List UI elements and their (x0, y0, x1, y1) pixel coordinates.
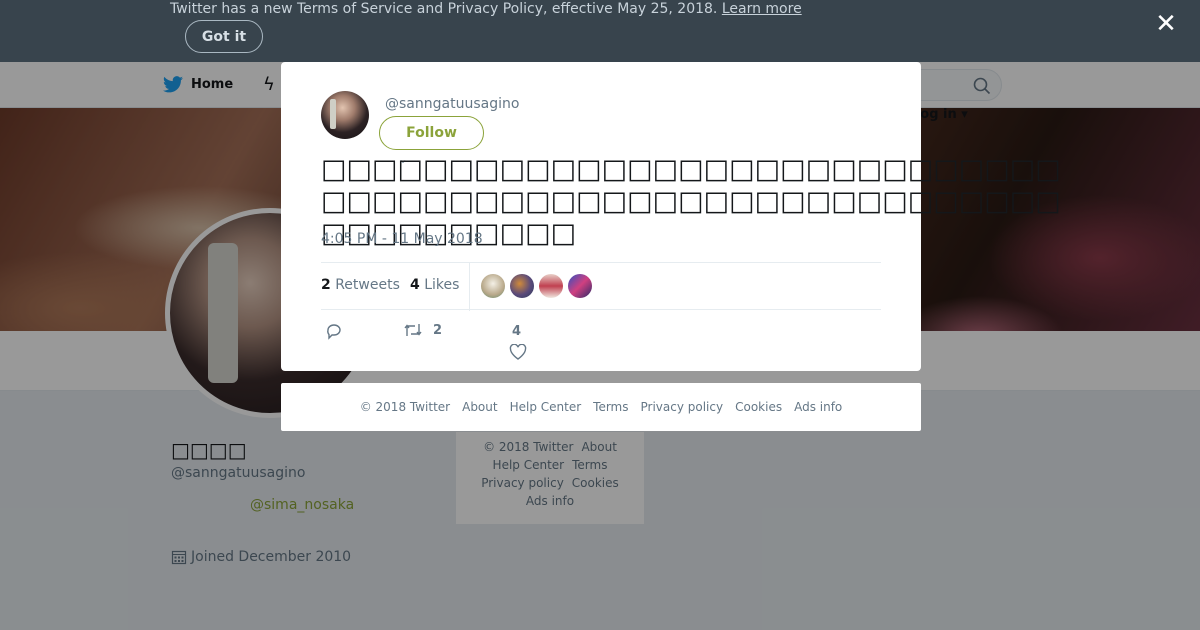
retweets-count: 2 (321, 277, 331, 293)
notice-text: Twitter has a new Terms of Service and P… (170, 1, 802, 17)
retweet-action-count: 2 (433, 322, 443, 338)
tweet-author-avatar[interactable] (321, 91, 369, 139)
retweets-label: Retweets (335, 277, 400, 293)
retweet-icon (404, 324, 422, 336)
tweet-modal: @sanngatuusagino Follow ⌄ □□□□□□□□□□□□□□… (281, 62, 1061, 371)
likes-stat[interactable]: 4 Likes (410, 277, 459, 293)
modal-footer: © 2018 Twitter About Help Center Terms P… (281, 383, 921, 431)
footer-about[interactable]: About (462, 400, 497, 414)
footer-copyright: © 2018 Twitter (359, 400, 451, 414)
liker-avatar[interactable] (510, 274, 534, 298)
like-button[interactable] (509, 344, 527, 360)
heart-icon (509, 344, 527, 360)
likes-label: Likes (424, 277, 460, 293)
footer-cookies[interactable]: Cookies (735, 400, 782, 414)
tweet-author-handle[interactable]: @sanngatuusagino (385, 96, 519, 112)
reply-button[interactable] (325, 322, 343, 340)
retweets-stat[interactable]: 2 Retweets (321, 277, 400, 293)
liker-avatar[interactable] (568, 274, 592, 298)
policy-notice-banner: Twitter has a new Terms of Service and P… (0, 0, 1200, 62)
liker-avatar[interactable] (539, 274, 563, 298)
learn-more-link[interactable]: Learn more (722, 1, 802, 17)
stats-divider (469, 263, 470, 311)
follow-button[interactable]: Follow (379, 116, 484, 150)
tweet-stats: 2 Retweets 4 Likes (321, 262, 881, 311)
liker-avatars (481, 274, 592, 298)
footer-ads-info[interactable]: Ads info (794, 400, 842, 414)
liker-avatar[interactable] (481, 274, 505, 298)
tweet-timestamp[interactable]: 4:05 PM - 11 May 2018 (321, 231, 483, 247)
close-icon[interactable]: ✕ (1154, 11, 1178, 37)
footer-privacy-policy[interactable]: Privacy policy (641, 400, 724, 414)
tweet-actions: 2 4 (321, 320, 881, 370)
reply-icon (327, 324, 341, 340)
like-count: 4 (512, 324, 522, 339)
footer-terms[interactable]: Terms (593, 400, 628, 414)
likes-count: 4 (410, 277, 420, 293)
retweet-button[interactable]: 2 (403, 322, 442, 338)
got-it-button[interactable]: Got it (185, 20, 263, 53)
notice-message: Twitter has a new Terms of Service and P… (170, 1, 718, 17)
footer-help-center[interactable]: Help Center (510, 400, 582, 414)
